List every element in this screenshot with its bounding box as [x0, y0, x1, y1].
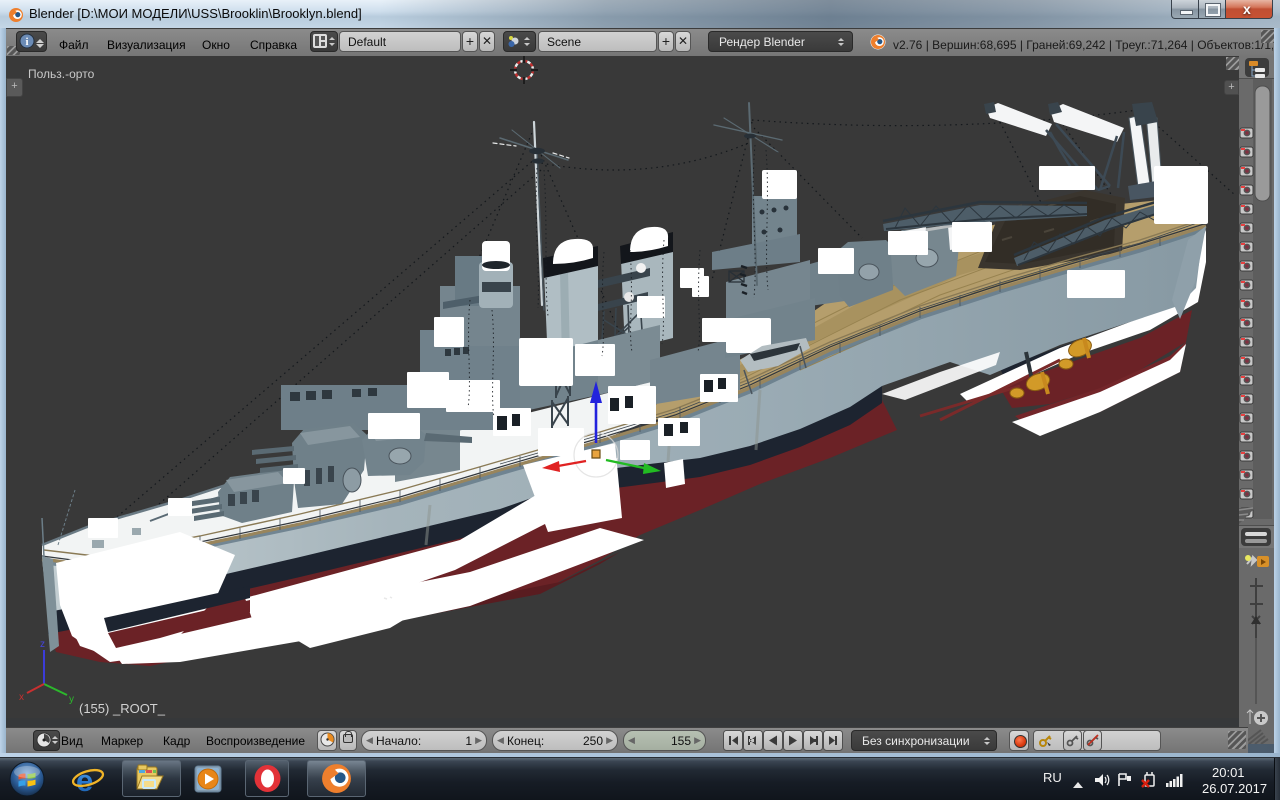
svg-text:Польз.-орто: Польз.-орто [28, 67, 95, 81]
svg-text:i: i [25, 36, 28, 48]
svg-text:(155) _ROOT_: (155) _ROOT_ [79, 701, 166, 716]
svg-text:z: z [40, 639, 45, 650]
svg-text:y: y [69, 694, 74, 705]
svg-text:x: x [19, 692, 24, 703]
svg-text:e: e [76, 763, 93, 795]
